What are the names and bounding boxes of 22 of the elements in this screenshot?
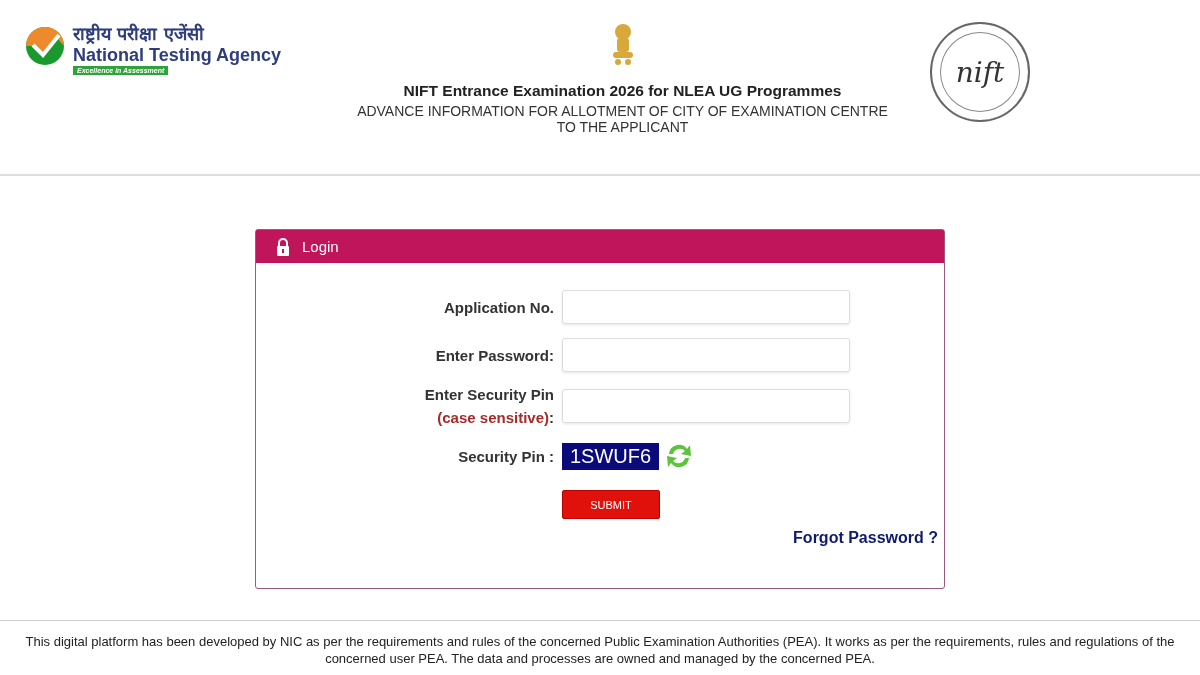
field-label: Enter Security Pin (424, 386, 554, 403)
institute-seal: nift (930, 22, 1030, 122)
captcha-code: 1SWUF6 (562, 442, 660, 470)
field-label: Application No. (444, 298, 554, 316)
subtitle-line: TO THE APPLICANT (556, 119, 689, 135)
field-label: Enter Password: (435, 346, 554, 364)
lock-icon (276, 237, 290, 256)
check-logo-icon (25, 26, 65, 66)
forgot-password-link[interactable]: Forgot Password ? (793, 529, 938, 547)
subtitle-line: ADVANCE INFORMATION FOR ALLOTMENT OF CITY OF EXAMINATION CENTRE (357, 103, 888, 119)
footer-text: This digital platform has been developed by NIC as per the requirements and rules of the concerned Public Examination Authorities (PEA). It works as per the requirements, rules and regulations of the concerned user PEA. The data and processes are owned and managed by the concerned PEA. (24, 633, 1176, 667)
case-sensitive-note: (case sensitive) (437, 409, 549, 426)
submit-button[interactable]: SUBMIT (562, 490, 660, 519)
colon-label: : (549, 409, 554, 426)
input-field[interactable] (562, 338, 850, 372)
input-field[interactable] (562, 290, 850, 324)
agency-hindi-name: राष्ट्रीय परीक्षा एजेंसी (73, 24, 204, 44)
field-label: Security Pin : (458, 447, 554, 465)
input-field[interactable] (562, 389, 850, 423)
agency-name: National Testing Agency (73, 44, 282, 66)
login-title: Login (302, 238, 339, 255)
exam-title: NIFT Entrance Examination 2026 for NLEA UG Programmes (403, 82, 842, 100)
